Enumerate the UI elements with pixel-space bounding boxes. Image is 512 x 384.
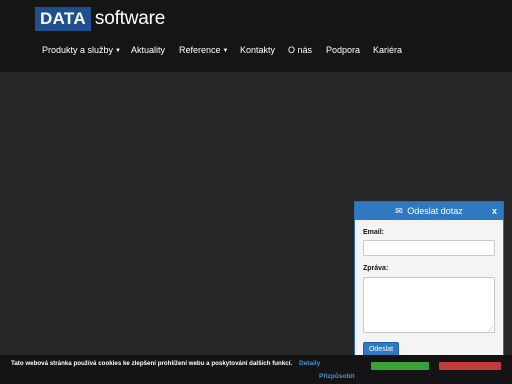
contact-widget: ✉ Odeslat dotaz x Email: Zpráva: ⟋ Odesl… [354,201,504,367]
nav-item-label: Produkty a služby [42,45,114,55]
nav-item-label: Kontakty [240,45,276,55]
cookie-bar: Tato webová stránka používá cookies ke z… [0,355,512,384]
logo-mark: DATA [35,7,91,31]
cookie-decline-button[interactable] [439,362,501,370]
nav-item-produkty-a-sluzby[interactable]: Produkty a služby ▼ [42,44,121,57]
nav-item-reference[interactable]: Reference ▼ [179,44,228,57]
email-field[interactable] [363,240,495,256]
site-header: DATA software Produkty a služby ▼ Aktuali… [0,0,512,72]
chevron-down-icon: ▼ [115,48,121,54]
cookie-details-link[interactable]: Detaily [299,360,320,367]
cookie-customize-link[interactable]: Přizpůsobit [319,373,354,380]
email-label: Email: [363,229,385,236]
mail-icon: ✉ [395,206,403,216]
contact-widget-header[interactable]: ✉ Odeslat dotaz x [355,202,503,220]
nav-item-label: O nás [288,45,313,55]
nav-item-kontakty[interactable]: Kontakty [240,44,275,56]
nav-item-o-nas[interactable]: O nás [288,44,312,56]
nav-item-aktuality[interactable]: Aktuality [131,44,165,56]
message-field[interactable] [363,277,495,333]
nav-item-kariera[interactable]: Kariéra [373,44,402,56]
nav-item-label: Kariéra [373,45,403,55]
chevron-down-icon: ▼ [222,48,229,54]
close-icon[interactable]: x [492,202,497,220]
nav-item-podpora[interactable]: Podpora [326,44,360,56]
nav-item-label: Reference [179,45,221,55]
nav-item-label: Aktuality [131,45,166,55]
contact-widget-title: Odeslat dotaz [407,206,463,216]
nav-item-label: Podpora [326,45,361,55]
message-label: Zpráva: [363,265,389,272]
resize-handle-icon[interactable]: ⟋ [489,327,493,334]
cookie-notice-text: Tato webová stránka používá cookies ke z… [11,360,293,367]
logo-wordmark: software [94,8,166,29]
cookie-accept-button[interactable] [371,362,429,370]
site-logo[interactable]: DATA software [35,7,165,31]
